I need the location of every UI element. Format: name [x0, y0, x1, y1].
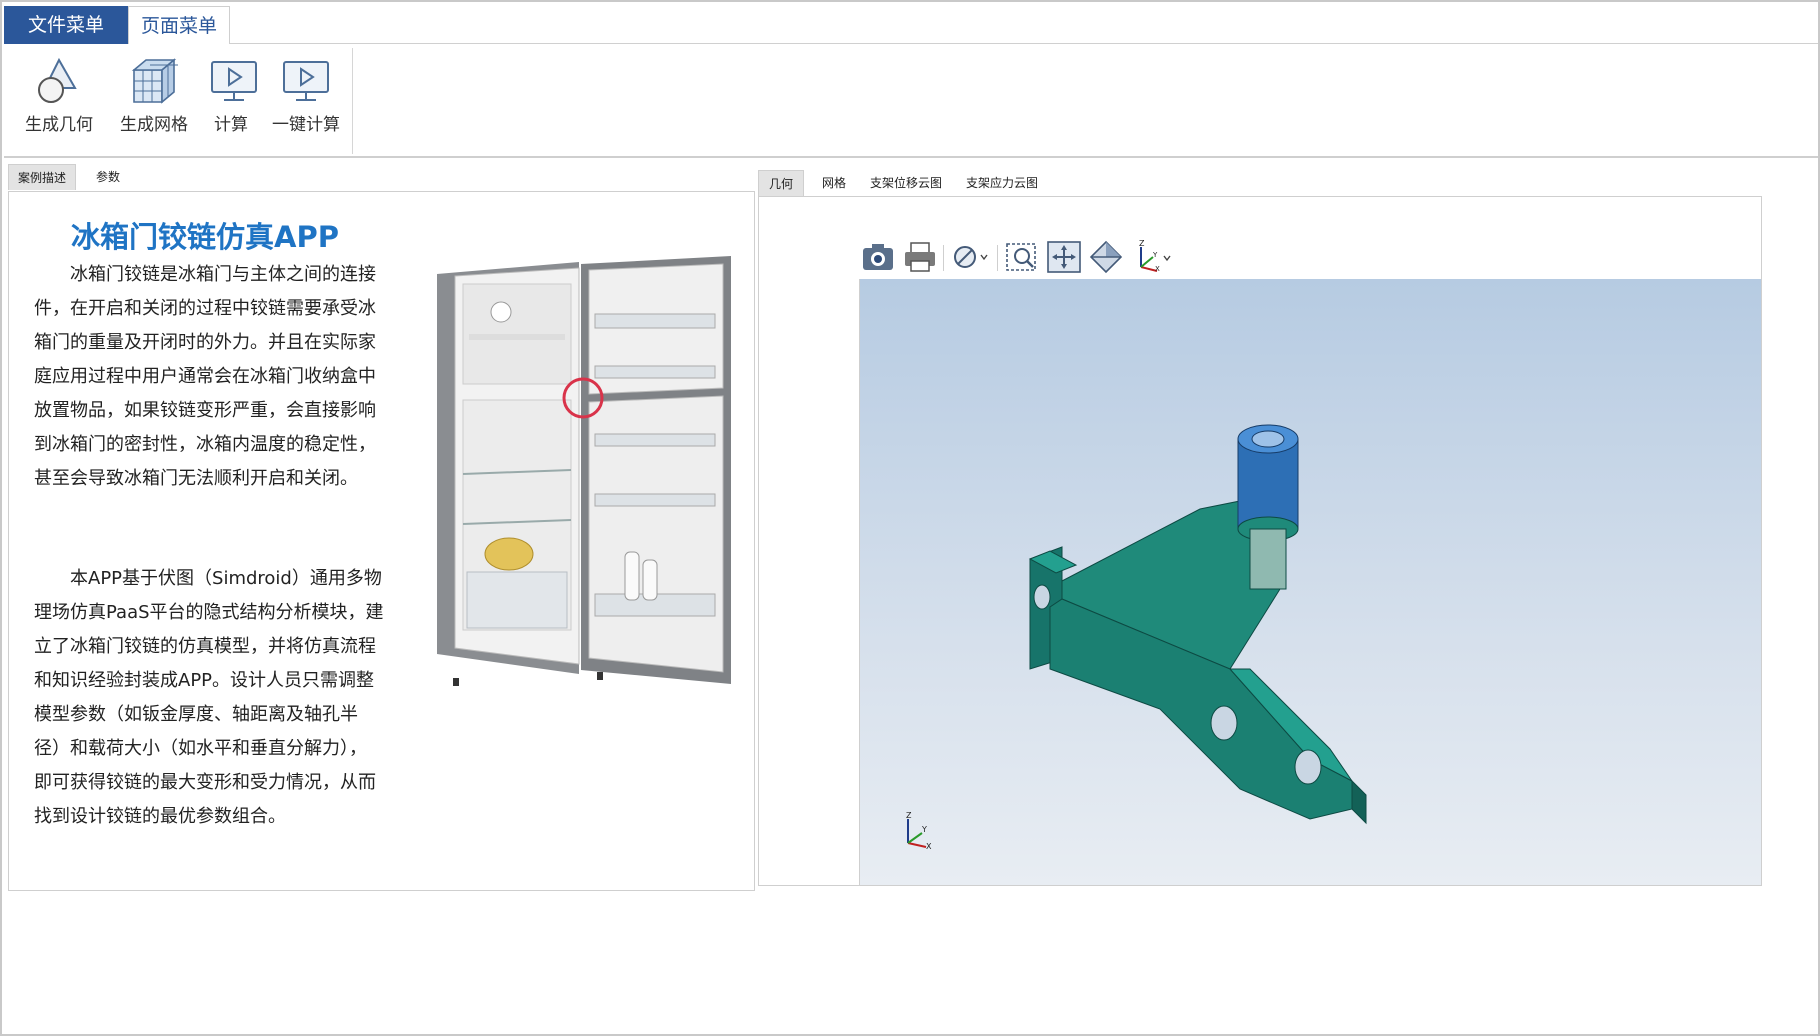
- generate-geometry-button[interactable]: 生成几何: [20, 54, 98, 135]
- generate-mesh-button[interactable]: 生成网格: [114, 54, 194, 135]
- tab-displacement-contour[interactable]: 支架位移云图: [862, 170, 950, 196]
- generate-mesh-label: 生成网格: [120, 115, 188, 135]
- compute-button[interactable]: 计算: [204, 54, 258, 135]
- view-panel: Z Y X Z Y X: [758, 196, 1762, 886]
- refrigerator-image: [437, 256, 731, 686]
- svg-text:X: X: [1155, 265, 1160, 273]
- generate-geometry-label: 生成几何: [25, 115, 93, 135]
- triad-z-label: Z: [906, 811, 912, 820]
- one-click-compute-button[interactable]: 一键计算: [266, 54, 346, 135]
- menu-bar: 文件菜单 页面菜单: [4, 6, 1818, 45]
- app-window: 文件菜单 页面菜单 生成几何 生成网格 计算 一键计算 案例描述 参数 冰箱门铰…: [0, 0, 1820, 1036]
- axis-icon[interactable]: Z Y X: [1131, 239, 1175, 275]
- ribbon-divider: [352, 48, 353, 154]
- zoom-box-icon[interactable]: [1003, 239, 1041, 275]
- geometry-icon: [38, 57, 77, 103]
- one-click-compute-label: 一键计算: [272, 115, 340, 135]
- description-paragraph-1: 冰箱门铰链是冰箱门与主体之间的连接件，在开启和关闭的过程中铰链需要承受冰箱门的重…: [34, 264, 376, 489]
- file-menu-tab[interactable]: 文件菜单: [4, 6, 128, 44]
- visibility-icon[interactable]: [947, 239, 993, 275]
- mesh-icon: [131, 58, 178, 104]
- tab-case-description[interactable]: 案例描述: [8, 164, 76, 190]
- triad-y-label: Y: [921, 825, 927, 834]
- svg-text:Y: Y: [1152, 251, 1158, 259]
- print-icon[interactable]: [901, 239, 939, 275]
- 3d-viewport[interactable]: Z Y X: [859, 279, 1761, 885]
- page-menu-tab[interactable]: 页面菜单: [128, 6, 230, 45]
- toolbar-divider: [997, 245, 998, 271]
- description-paragraph-2: 本APP基于伏图（Simdroid）通用多物理场仿真PaaS平台的隐式结构分析模…: [34, 568, 384, 827]
- case-description-panel: 冰箱门铰链仿真APP 冰箱门铰链是冰箱门与主体之间的连接件，在开启和关闭的过程中…: [8, 191, 755, 891]
- case-title: 冰箱门铰链仿真APP: [71, 220, 339, 254]
- tab-parameters[interactable]: 参数: [80, 164, 136, 190]
- tab-mesh[interactable]: 网格: [812, 170, 856, 196]
- svg-text:Z: Z: [1139, 239, 1145, 248]
- ribbon: 生成几何 生成网格 计算 一键计算: [4, 44, 1818, 158]
- triad-x-label: X: [926, 842, 932, 851]
- hinge-bracket-model: [1028, 424, 1367, 825]
- tab-stress-contour[interactable]: 支架应力云图: [958, 170, 1046, 196]
- compute-label: 计算: [214, 115, 248, 135]
- one-click-compute-icon: [283, 61, 329, 101]
- camera-icon[interactable]: [859, 239, 897, 275]
- tab-geometry[interactable]: 几何: [758, 170, 804, 196]
- axis-triad-icon: Z Y X: [906, 811, 932, 851]
- compute-icon: [211, 61, 257, 101]
- iso-view-icon[interactable]: [1087, 239, 1125, 275]
- toolbar-divider: [943, 245, 944, 271]
- fit-view-icon[interactable]: [1045, 239, 1083, 275]
